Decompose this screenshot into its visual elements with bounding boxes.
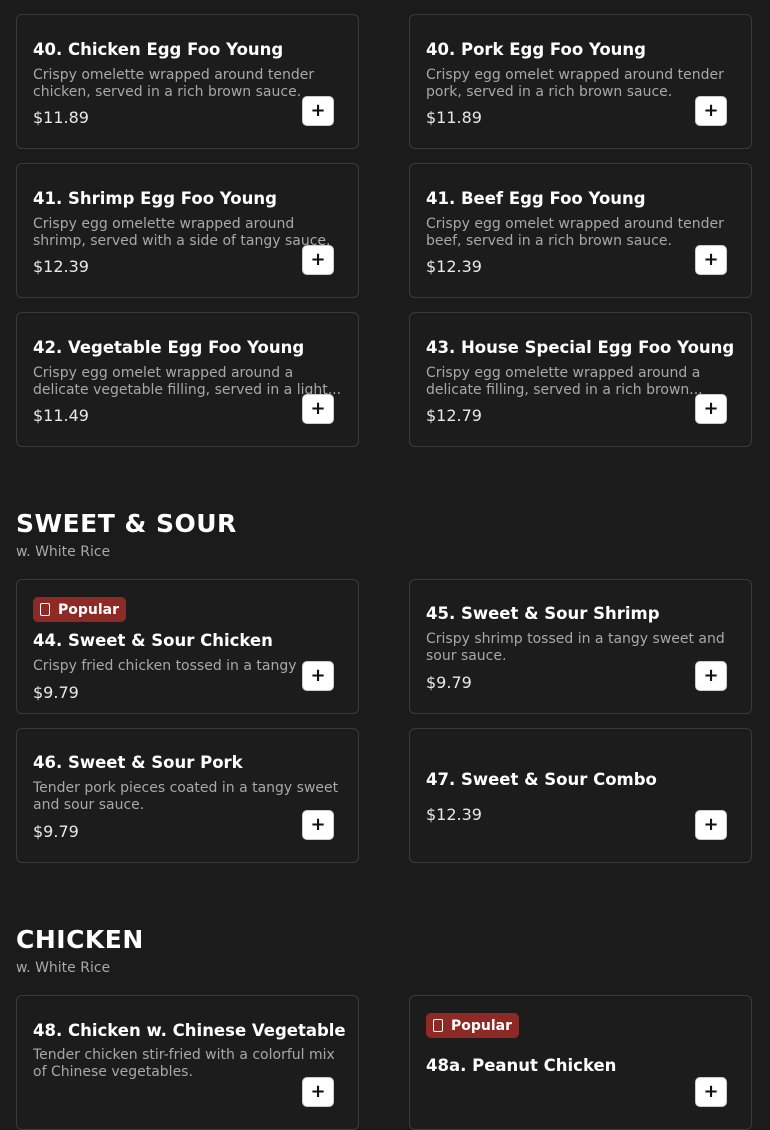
item-price: $12.39 xyxy=(426,805,482,824)
popular-badge: Popular xyxy=(33,597,127,622)
item-name: 46. Sweet & Sour Pork xyxy=(33,753,243,772)
item-description: Tender chicken stir-fried with a colorfu… xyxy=(33,1047,335,1080)
plus-icon: + xyxy=(703,398,719,419)
plus-icon: + xyxy=(310,665,326,686)
item-price: $12.39 xyxy=(426,257,482,276)
section-title: SWEET & SOUR xyxy=(16,509,237,538)
menu-item-card[interactable]: 40. Chicken Egg Foo Young Crispy omelett… xyxy=(16,14,359,149)
item-name: 41. Beef Egg Foo Young xyxy=(426,189,646,208)
item-description: Crispy egg omelet wrapped around tender … xyxy=(426,67,724,100)
section-title: CHICKEN xyxy=(16,925,144,954)
item-price: $11.49 xyxy=(33,406,89,425)
section-subtitle: w. White Rice xyxy=(16,960,111,976)
item-name: 43. House Special Egg Foo Young xyxy=(426,338,735,357)
item-name: 40. Chicken Egg Foo Young xyxy=(33,40,284,59)
item-description: Crispy egg omelet wrapped around a delic… xyxy=(33,365,342,398)
item-price: $12.39 xyxy=(33,257,89,276)
item-name: 41. Shrimp Egg Foo Young xyxy=(33,189,277,208)
item-name: 44. Sweet & Sour Chicken xyxy=(33,631,273,650)
menu-item-card[interactable]: 43. House Special Egg Foo Young Crispy e… xyxy=(409,312,752,447)
add-to-cart-button[interactable]: + xyxy=(695,1077,727,1107)
item-description: Crispy egg omelet wrapped around tender … xyxy=(426,216,724,249)
item-price: $9.79 xyxy=(33,822,79,841)
section-subtitle: w. White Rice xyxy=(16,544,111,560)
plus-icon: + xyxy=(310,398,326,419)
badge-label: Popular xyxy=(58,601,120,618)
item-description: Crispy omelette wrapped around tender ch… xyxy=(33,67,315,100)
plus-icon: + xyxy=(703,1081,719,1102)
menu-item-card[interactable]: 46. Sweet & Sour Pork Tender pork pieces… xyxy=(16,728,359,863)
add-to-cart-button[interactable]: + xyxy=(695,96,727,126)
add-to-cart-button[interactable]: + xyxy=(302,810,334,840)
item-name: 48a. Peanut Chicken xyxy=(426,1056,617,1075)
add-to-cart-button[interactable]: + xyxy=(695,661,727,691)
menu-item-card[interactable]: 47. Sweet & Sour Combo $12.39 + xyxy=(409,728,752,863)
badge-label: Popular xyxy=(451,1017,513,1034)
menu-item-card[interactable]: Popular 44. Sweet & Sour Chicken Crispy … xyxy=(16,579,359,714)
item-name: 45. Sweet & Sour Shrimp xyxy=(426,604,660,623)
add-to-cart-button[interactable]: + xyxy=(302,96,334,126)
add-to-cart-button[interactable]: + xyxy=(695,394,727,424)
add-to-cart-button[interactable]: + xyxy=(302,661,334,691)
item-description: Crispy shrimp tossed in a tangy sweet an… xyxy=(426,631,725,664)
add-to-cart-button[interactable]: + xyxy=(302,245,334,275)
item-description: Crispy egg omelette wrapped around a del… xyxy=(426,365,703,398)
flame-icon xyxy=(40,603,50,616)
menu-item-card[interactable]: 41. Shrimp Egg Foo Young Crispy egg omel… xyxy=(16,163,359,298)
item-name: 48. Chicken w. Chinese Vegetable xyxy=(33,1021,346,1040)
flame-icon xyxy=(433,1019,443,1032)
plus-icon: + xyxy=(703,814,719,835)
item-description: Crispy egg omelette wrapped around shrim… xyxy=(33,216,331,249)
plus-icon: + xyxy=(703,249,719,270)
item-price: $11.89 xyxy=(426,108,482,127)
item-name: 40. Pork Egg Foo Young xyxy=(426,40,646,59)
menu-item-card[interactable]: 45. Sweet & Sour Shrimp Crispy shrimp to… xyxy=(409,579,752,714)
popular-badge: Popular xyxy=(426,1013,520,1038)
menu-item-card[interactable]: 42. Vegetable Egg Foo Young Crispy egg o… xyxy=(16,312,359,447)
item-price: $9.79 xyxy=(426,673,472,692)
item-description: Tender pork pieces coated in a tangy swe… xyxy=(33,780,339,813)
menu-item-card[interactable]: Popular 48a. Peanut Chicken + xyxy=(409,995,752,1130)
menu-item-card[interactable]: 41. Beef Egg Foo Young Crispy egg omelet… xyxy=(409,163,752,298)
add-to-cart-button[interactable]: + xyxy=(302,1077,334,1107)
add-to-cart-button[interactable]: + xyxy=(695,810,727,840)
plus-icon: + xyxy=(310,814,326,835)
menu-item-card[interactable]: 40. Pork Egg Foo Young Crispy egg omelet… xyxy=(409,14,752,149)
item-name: 42. Vegetable Egg Foo Young xyxy=(33,338,305,357)
add-to-cart-button[interactable]: + xyxy=(695,245,727,275)
plus-icon: + xyxy=(310,249,326,270)
menu-item-card[interactable]: 48. Chicken w. Chinese Vegetable Tender … xyxy=(16,995,359,1130)
plus-icon: + xyxy=(703,665,719,686)
add-to-cart-button[interactable]: + xyxy=(302,394,334,424)
item-price: $12.79 xyxy=(426,406,482,425)
item-description: Crispy fried chicken tossed in a tangy .… xyxy=(33,658,315,674)
plus-icon: + xyxy=(310,100,326,121)
item-price: $11.89 xyxy=(33,108,89,127)
item-name: 47. Sweet & Sour Combo xyxy=(426,770,657,789)
plus-icon: + xyxy=(310,1081,326,1102)
plus-icon: + xyxy=(703,100,719,121)
item-price: $9.79 xyxy=(33,683,79,702)
